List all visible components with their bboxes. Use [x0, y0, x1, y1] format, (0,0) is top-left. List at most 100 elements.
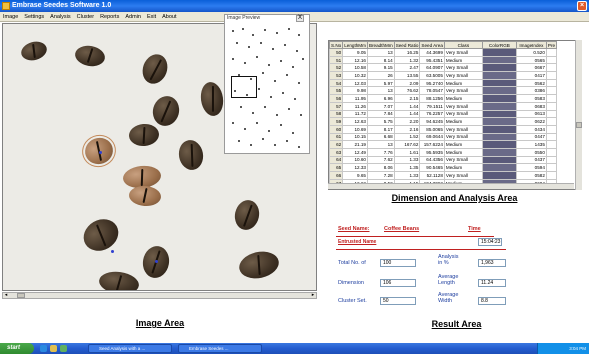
table-cell: 1.33 [393, 171, 421, 180]
table-cell: 0565 [515, 55, 547, 65]
table-header-row: S.No LengthMm BreadthMm Seed Ratio Seed … [329, 41, 558, 49]
table-row[interactable]: 66 9.65 7.28 1.33 52.1128 Very Small 0582 [329, 171, 558, 180]
average-width-field[interactable]: 8.8 [478, 297, 506, 305]
table-cell: 7.28 [366, 171, 395, 180]
table-cell: 88.1256 [419, 94, 445, 103]
table-row[interactable]: 55 9.98 13 76.62 78.0547 Very Small 0386 [329, 86, 558, 96]
table-row[interactable]: 53 10.32 26 13.55 63.5005 Very Small 0417 [329, 71, 558, 80]
table-vertical-scrollbar[interactable] [575, 40, 582, 190]
table-cell [545, 109, 558, 119]
menu-cluster[interactable]: Cluster [77, 12, 94, 21]
total-field[interactable]: 100 [380, 259, 416, 267]
analysis-field[interactable]: 1,963 [478, 259, 506, 267]
table-row[interactable]: 64 10.60 7.62 1.33 64.4356 Very Small 0437 [329, 155, 558, 165]
taskbar-window-button[interactable]: Seed Analysis with a ... [88, 344, 172, 353]
table-row[interactable]: 59 12.63 5.75 2.20 94.6245 Medium 0622 [329, 117, 558, 126]
table-row[interactable]: 61 10.15 6.68 1.52 69.0644 Very Small 0447 [329, 132, 558, 142]
menu-about[interactable]: About [162, 12, 176, 21]
table-cell: 11.26 [342, 101, 368, 111]
table-cell: 2.16 [393, 124, 421, 134]
menu-analysis[interactable]: Analysis [50, 12, 70, 21]
desktop-icon[interactable] [50, 345, 57, 352]
column-header[interactable]: Seed Area [419, 41, 445, 49]
table-cell [481, 132, 517, 142]
column-header[interactable]: Class [443, 41, 483, 49]
table-row[interactable]: 57 11.26 7.07 1.44 79.1511 Very Small 0683 [329, 101, 558, 111]
cluster-set-field[interactable]: 50 [380, 297, 416, 305]
column-header[interactable]: S.No [329, 41, 344, 49]
scroll-right-icon[interactable]: ▸ [310, 293, 316, 298]
table-cell: 9.98 [342, 86, 368, 96]
table-cell: Medium [443, 55, 483, 65]
column-header[interactable]: Seed Ratio [393, 41, 421, 49]
table-cell: 53 [329, 71, 344, 80]
table-cell [545, 124, 558, 134]
table-cell: 66 [329, 171, 344, 180]
table-row[interactable]: 51 12.16 8.14 1.32 95.4351 Medium 0565 [329, 55, 558, 65]
table-cell: 64.4356 [419, 155, 445, 165]
column-header[interactable]: BreadthMm [366, 41, 395, 49]
table-cell: 62 [329, 140, 344, 149]
table-cell: 12.63 [342, 117, 368, 126]
cluster-set-label: Cluster Set. [338, 298, 367, 304]
table-cell [481, 124, 517, 134]
table-cell [545, 48, 558, 57]
table-cell [545, 132, 558, 142]
table-cell: Very Small [443, 63, 483, 73]
menu-exit[interactable]: Exit [147, 12, 156, 21]
table-row[interactable]: 52 10.58 9.15 2.47 64.0907 Very Small 0667 [329, 63, 558, 73]
dimension-table[interactable]: S.No LengthMm BreadthMm Seed Ratio Seed … [328, 40, 581, 190]
column-header[interactable]: ColorRGB [481, 41, 517, 49]
table-cell: 44.3699 [419, 48, 445, 57]
ie-icon[interactable] [40, 345, 47, 352]
table-row[interactable]: 50 9.05 13 16.25 44.3699 Very Small 0.520 [329, 48, 558, 57]
scroll-left-icon[interactable]: ◂ [3, 293, 9, 298]
preview-viewport-box[interactable] [231, 76, 257, 98]
bean [236, 248, 282, 282]
table-cell: 56 [329, 94, 344, 103]
start-button[interactable]: start [0, 343, 34, 354]
table-row[interactable]: 63 12.49 7.76 1.61 95.5935 Medium 0550 [329, 147, 558, 157]
table-cell: 0562 [515, 78, 547, 88]
column-header[interactable]: ImageIndex [515, 41, 547, 49]
table-horizontal-scrollbar[interactable] [328, 183, 574, 189]
table-row[interactable]: 56 11.95 6.96 2.15 88.1256 Medium 0583 [329, 94, 558, 103]
preview-close-button[interactable]: X [296, 15, 304, 22]
scroll-thumb[interactable] [576, 122, 582, 128]
table-cell: 85.0065 [419, 124, 445, 134]
table-cell [481, 71, 517, 80]
table-cell: Medium [443, 147, 483, 157]
column-header[interactable]: LengthMm [342, 41, 368, 49]
table-row[interactable]: 54 12.03 5.97 2.09 95.2740 Medium 0562 [329, 78, 558, 88]
close-window-button[interactable]: × [577, 1, 587, 11]
table-cell [545, 94, 558, 103]
seed-name-value: Coffee Beans [384, 226, 420, 232]
table-cell: 13 [366, 140, 395, 149]
scroll-thumb[interactable] [17, 293, 25, 298]
dimension-label: Dimension [338, 280, 364, 286]
menu-image[interactable]: Image [3, 12, 18, 21]
table-row[interactable]: 58 11.72 7.84 1.44 76.2257 Very Small 0613 [329, 109, 558, 119]
menu-admin[interactable]: Admin [125, 12, 141, 21]
table-cell [545, 101, 558, 111]
table-cell: 10.15 [342, 132, 368, 142]
table-cell: 5.75 [366, 117, 395, 126]
time-field[interactable]: 15:04:23 [478, 238, 502, 246]
dimension-field[interactable]: 106 [380, 279, 416, 287]
table-cell: 0437 [515, 155, 547, 165]
table-cell: 0434 [515, 124, 547, 134]
column-header[interactable]: Pre [545, 41, 558, 49]
media-icon[interactable] [60, 345, 67, 352]
table-cell [481, 117, 517, 126]
table-row[interactable]: 65 12.33 8.06 1.35 90.5465 Medium 0594 [329, 163, 558, 172]
taskbar-window-button[interactable]: Embrase Seedes ... [178, 344, 262, 353]
table-row[interactable]: 62 21.19 13 167.62 157.6224 Medium 1435 [329, 140, 558, 149]
average-length-field[interactable]: 11.24 [478, 279, 506, 287]
table-cell: 13 [366, 86, 395, 96]
table-cell: 11.95 [342, 94, 368, 103]
table-cell: 2.09 [393, 78, 421, 88]
table-row[interactable]: 60 10.69 8.17 2.16 85.0065 Very Small 0434 [329, 124, 558, 134]
menu-reports[interactable]: Reports [100, 12, 119, 21]
image-horizontal-scrollbar[interactable]: ◂ ▸ [2, 292, 317, 299]
menu-settings[interactable]: Settings [24, 12, 44, 21]
